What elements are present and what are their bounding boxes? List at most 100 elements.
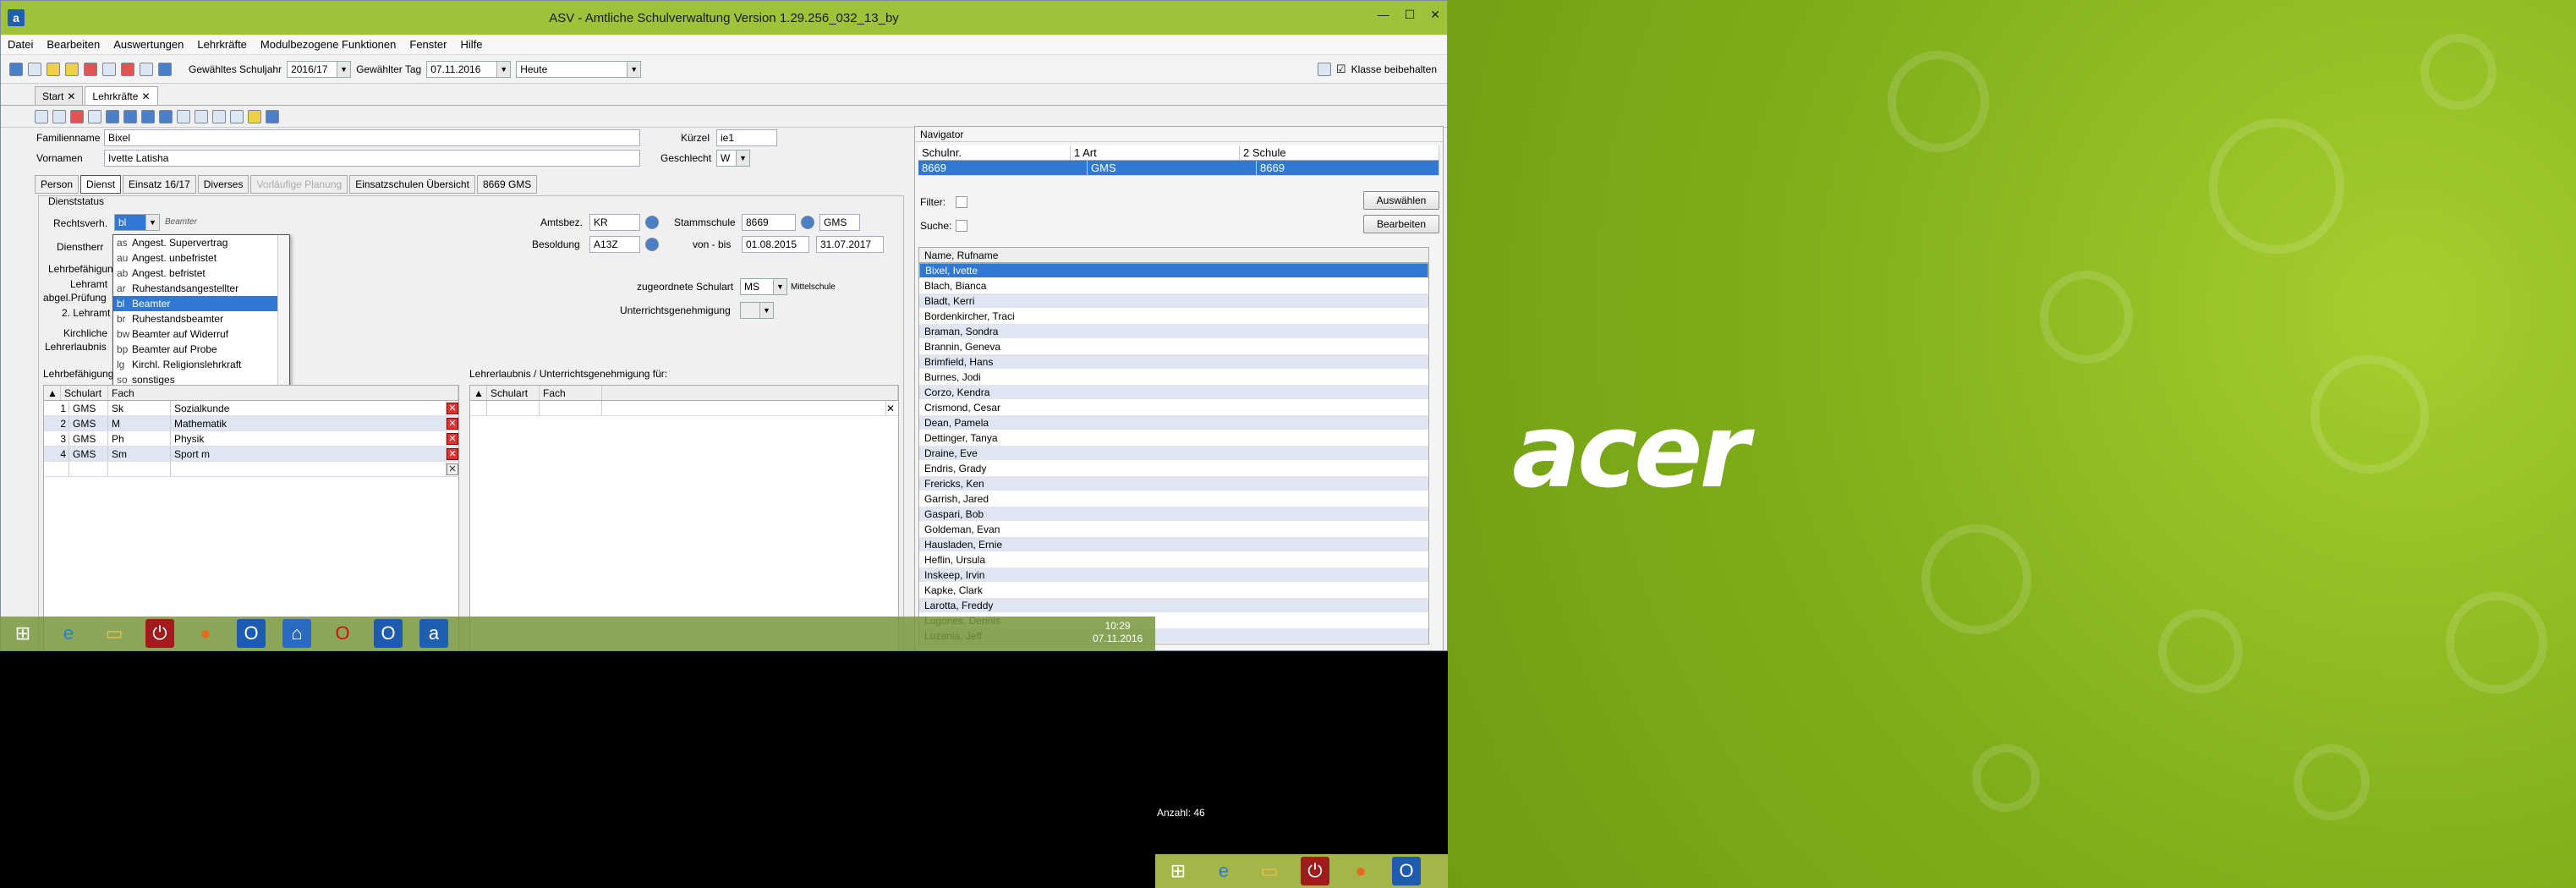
network-icon[interactable]: ⌂ bbox=[282, 619, 311, 648]
toolbar-tool-icon[interactable] bbox=[65, 62, 79, 76]
dropdown-option[interactable]: ar Ruhestandsangestellter bbox=[113, 281, 289, 296]
internet-explorer-icon[interactable]: e bbox=[54, 619, 83, 648]
cut-icon[interactable] bbox=[195, 109, 208, 123]
menu-lehrkraefte[interactable]: Lehrkräfte bbox=[190, 38, 254, 51]
tab-start[interactable]: Start ✕ bbox=[35, 86, 84, 105]
delete-row-icon[interactable]: ✕ bbox=[447, 402, 458, 414]
table-row[interactable]: 3 GMS Ph Physik ✕ bbox=[44, 431, 458, 447]
toolbar-tool-icon[interactable] bbox=[102, 62, 116, 76]
list-item[interactable]: Inskeep, Irvin bbox=[919, 567, 1428, 583]
list-item[interactable]: Bixel, Ivette bbox=[919, 263, 1428, 278]
maximize-button[interactable]: ☐ bbox=[1405, 8, 1416, 22]
suche-checkbox[interactable] bbox=[956, 220, 967, 232]
list-item[interactable]: Larotta, Freddy bbox=[919, 598, 1428, 613]
toolbar-tool-icon[interactable] bbox=[28, 62, 41, 76]
list-item[interactable]: Kapke, Clark bbox=[919, 583, 1428, 598]
windows-start-icon[interactable]: ⊞ bbox=[1164, 857, 1192, 885]
minimize-button[interactable]: — bbox=[1378, 8, 1389, 22]
dropdown-option[interactable]: bw Beamter auf Widerruf bbox=[113, 326, 289, 342]
prev-icon[interactable] bbox=[123, 109, 137, 123]
taskbar-clock[interactable]: 10:29 07.11.2016 bbox=[1093, 620, 1143, 645]
delete-row-icon[interactable]: ✕ bbox=[447, 417, 458, 430]
asv-app-icon[interactable]: a bbox=[419, 619, 448, 648]
column-header[interactable]: Fach bbox=[540, 386, 602, 400]
column-header[interactable]: Schulart bbox=[487, 386, 540, 400]
heute-select[interactable]: Heute ▼ bbox=[516, 60, 642, 78]
column-header[interactable]: Fach bbox=[108, 386, 458, 400]
bulb-icon[interactable] bbox=[248, 109, 261, 123]
rechtsverh-select[interactable]: bl ▼ bbox=[114, 214, 160, 231]
column-header[interactable]: Schulnr. bbox=[918, 145, 1071, 160]
outlook-icon[interactable]: O bbox=[374, 619, 403, 648]
subtab-einsatz[interactable]: Einsatz 16/17 bbox=[123, 175, 196, 194]
toolbar-tool-icon[interactable] bbox=[121, 62, 134, 76]
list-item[interactable]: Gaspari, Bob bbox=[919, 507, 1428, 522]
familienname-field[interactable]: Bixel bbox=[104, 129, 640, 146]
sort-icon[interactable]: ▲ bbox=[470, 386, 487, 400]
list-item[interactable]: Crismond, Cesar bbox=[919, 400, 1428, 415]
kuerzel-field[interactable]: ie1 bbox=[716, 129, 777, 146]
amtsbez-field[interactable]: KR bbox=[589, 214, 640, 231]
von-field[interactable]: 01.08.2015 bbox=[742, 236, 809, 253]
list-item[interactable]: Dettinger, Tanya bbox=[919, 430, 1428, 446]
internet-explorer-icon[interactable]: e bbox=[1209, 857, 1238, 885]
unterrichtsgenehmigung-select[interactable]: ▼ bbox=[740, 302, 774, 319]
tab-lehrkraefte[interactable]: Lehrkräfte ✕ bbox=[85, 86, 158, 105]
list-item[interactable]: Endris, Grady bbox=[919, 461, 1428, 476]
column-header[interactable]: 1 Art bbox=[1071, 145, 1240, 160]
geschlecht-select[interactable]: W ▼ bbox=[716, 150, 750, 167]
printer-icon[interactable] bbox=[1317, 62, 1331, 76]
navigator-school-row[interactable]: 8669 GMS 8669 bbox=[918, 161, 1439, 176]
close-icon[interactable]: ✕ bbox=[141, 90, 150, 102]
help-icon[interactable] bbox=[266, 109, 279, 123]
refresh-icon[interactable] bbox=[177, 109, 190, 123]
vornamen-field[interactable]: Ivette Latisha bbox=[104, 150, 640, 167]
list-item[interactable]: Frericks, Ken bbox=[919, 476, 1428, 491]
subtab-dienst[interactable]: Dienst bbox=[80, 175, 122, 194]
list-item[interactable]: Braman, Sondra bbox=[919, 324, 1428, 339]
subtab-8669-gms[interactable]: 8669 GMS bbox=[476, 175, 538, 194]
list-item[interactable]: Brimfield, Hans bbox=[919, 354, 1428, 370]
file-explorer-icon[interactable]: ▭ bbox=[100, 619, 129, 648]
dropdown-option[interactable]: br Ruhestandsbeamter bbox=[113, 311, 289, 326]
subtab-einsatzschulen[interactable]: Einsatzschulen Übersicht bbox=[349, 175, 475, 194]
firefox-icon[interactable]: ● bbox=[191, 619, 220, 648]
list-item[interactable]: Blach, Bianca bbox=[919, 278, 1428, 293]
list-item[interactable]: Corzo, Kendra bbox=[919, 385, 1428, 400]
list-item[interactable]: Bladt, Kerri bbox=[919, 293, 1428, 309]
save-icon[interactable] bbox=[52, 109, 66, 123]
list-item[interactable]: Draine, Eve bbox=[919, 446, 1428, 461]
zugeordnete-schulart-select[interactable]: MS ▼ bbox=[740, 278, 787, 295]
windows-start-icon[interactable]: ⊞ bbox=[8, 619, 37, 648]
besoldung-field[interactable]: A13Z bbox=[589, 236, 640, 253]
next-icon[interactable] bbox=[141, 109, 155, 123]
scrollbar[interactable] bbox=[277, 235, 289, 391]
stammschule-field[interactable]: 8669 bbox=[742, 214, 796, 231]
subtab-person[interactable]: Person bbox=[35, 175, 79, 194]
menu-modulbezogene[interactable]: Modulbezogene Funktionen bbox=[254, 38, 403, 51]
menu-auswertungen[interactable]: Auswertungen bbox=[107, 38, 190, 51]
dropdown-option[interactable]: au Angest. unbefristet bbox=[113, 250, 289, 266]
menu-fenster[interactable]: Fenster bbox=[403, 38, 453, 51]
bis-field[interactable]: 31.07.2017 bbox=[816, 236, 884, 253]
sort-icon[interactable]: ▲ bbox=[44, 386, 61, 400]
menu-bearbeiten[interactable]: Bearbeiten bbox=[40, 38, 107, 51]
toolbar-tool-icon[interactable] bbox=[140, 62, 153, 76]
column-header[interactable]: 2 Schule bbox=[1240, 145, 1439, 160]
info-icon[interactable] bbox=[801, 216, 814, 229]
dropdown-option[interactable]: as Angest. Supervertrag bbox=[113, 235, 289, 250]
auswaehlen-button[interactable]: Auswählen bbox=[1363, 191, 1439, 210]
list-item[interactable]: Bordenkircher, Traci bbox=[919, 309, 1428, 324]
table-row-empty[interactable]: ✕ bbox=[44, 462, 458, 477]
list-item[interactable]: Heflin, Ursula bbox=[919, 552, 1428, 567]
close-button[interactable]: ✕ bbox=[1430, 8, 1440, 22]
delete-icon[interactable] bbox=[70, 109, 84, 123]
file-explorer-icon[interactable]: ▭ bbox=[1255, 857, 1284, 885]
menu-hilfe[interactable]: Hilfe bbox=[453, 38, 489, 51]
dropdown-option-selected[interactable]: bl Beamter bbox=[113, 296, 277, 311]
list-item[interactable]: Dean, Pamela bbox=[919, 415, 1428, 430]
schuljahr-select[interactable]: 2016/17 ▼ bbox=[287, 60, 352, 78]
close-icon[interactable]: ✕ bbox=[886, 403, 898, 414]
toolbar-tool-icon[interactable] bbox=[9, 62, 23, 76]
power-icon[interactable]: ⏻ bbox=[1301, 857, 1329, 885]
